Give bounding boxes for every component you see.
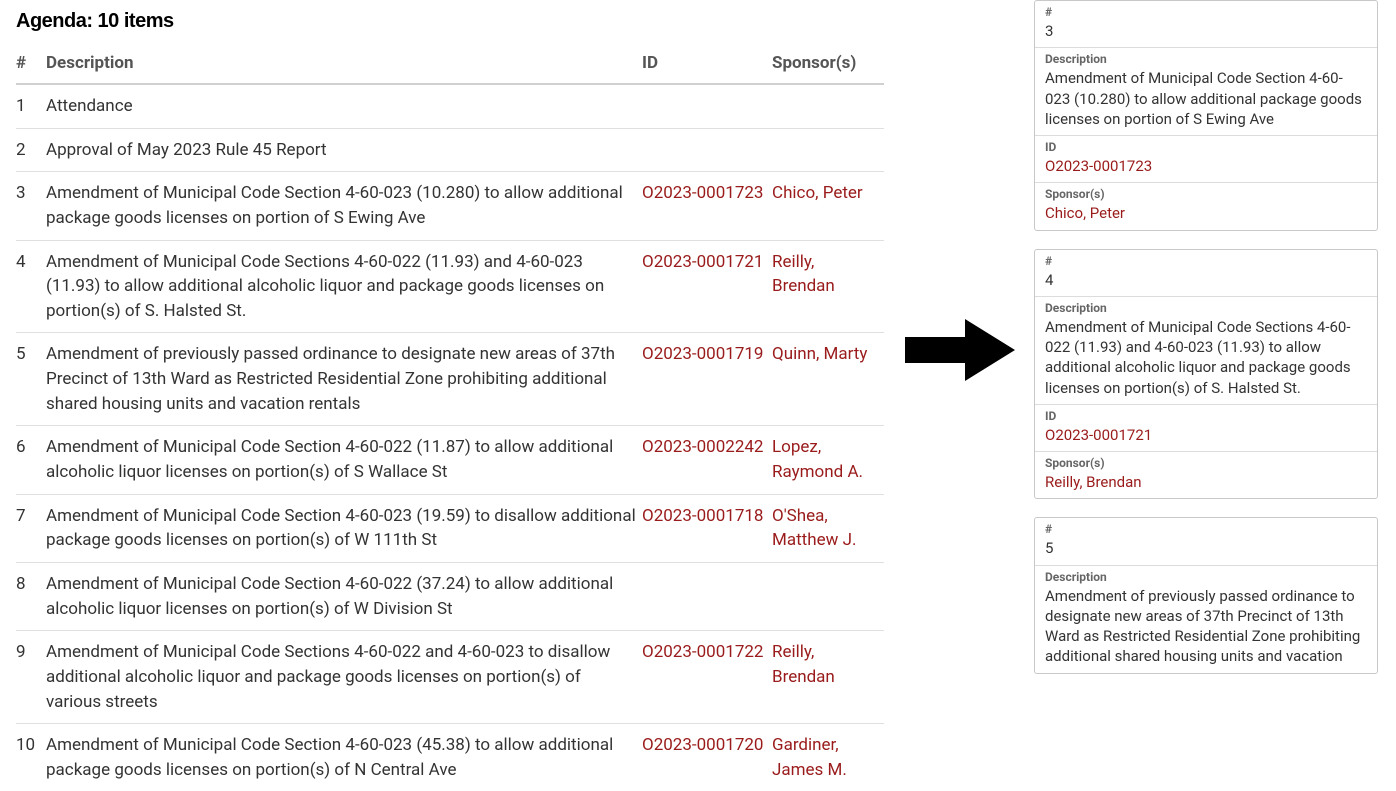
header-sponsor: Sponsor(s) [772, 43, 884, 84]
row-id[interactable]: O2023-0002242 [642, 426, 772, 494]
row-sponsor[interactable]: Reilly, Brendan [772, 631, 884, 724]
card-label-num: # [1045, 254, 1367, 268]
table-row: 5Amendment of previously passed ordinanc… [16, 333, 884, 426]
card-label-description: Description [1045, 52, 1367, 66]
row-num: 3 [16, 172, 46, 240]
table-row: 8Amendment of Municipal Code Section 4-6… [16, 562, 884, 630]
row-id[interactable]: O2023-0001722 [642, 631, 772, 724]
card-value-description: Amendment of Municipal Code Section 4-60… [1045, 68, 1367, 129]
row-description: Attendance [46, 84, 642, 128]
row-sponsor[interactable]: O'Shea, Matthew J. [772, 494, 884, 562]
row-id[interactable]: O2023-0001720 [642, 724, 772, 791]
card-value-sponsor[interactable]: Chico, Peter [1045, 203, 1367, 223]
card-value-description: Amendment of previously passed ordinance… [1045, 586, 1367, 667]
row-sponsor[interactable]: Quinn, Marty [772, 333, 884, 426]
card-label-id: ID [1045, 409, 1367, 423]
row-description: Amendment of Municipal Code Section 4-60… [46, 172, 642, 240]
arrow-icon [905, 310, 1015, 390]
row-description: Approval of May 2023 Rule 45 Report [46, 128, 642, 172]
card-label-sponsor: Sponsor(s) [1045, 187, 1367, 201]
header-id: ID [642, 43, 772, 84]
detail-card: #5 Description Amendment of previously pas… [1034, 517, 1378, 673]
row-num: 9 [16, 631, 46, 724]
row-description: Amendment of Municipal Code Section 4-60… [46, 562, 642, 630]
row-id[interactable]: O2023-0001718 [642, 494, 772, 562]
detail-cards-panel: #3 Description Amendment of Municipal Code… [1034, 0, 1382, 692]
row-num: 8 [16, 562, 46, 630]
row-description: Amendment of Municipal Code Sections 4-6… [46, 631, 642, 724]
table-row: 3Amendment of Municipal Code Section 4-6… [16, 172, 884, 240]
table-row: 6Amendment of Municipal Code Section 4-6… [16, 426, 884, 494]
row-description: Amendment of Municipal Code Section 4-60… [46, 494, 642, 562]
agenda-title: Agenda: 10 items [16, 10, 884, 33]
row-sponsor[interactable]: Chico, Peter [772, 172, 884, 240]
card-label-num: # [1045, 522, 1367, 536]
table-row: 7Amendment of Municipal Code Section 4-6… [16, 494, 884, 562]
card-label-sponsor: Sponsor(s) [1045, 456, 1367, 470]
row-id [642, 562, 772, 630]
card-value-num: 4 [1045, 270, 1367, 290]
row-id [642, 84, 772, 128]
row-description: Amendment of Municipal Code Sections 4-6… [46, 240, 642, 333]
row-sponsor [772, 562, 884, 630]
row-id[interactable]: O2023-0001719 [642, 333, 772, 426]
row-sponsor [772, 84, 884, 128]
card-value-num: 5 [1045, 538, 1367, 558]
row-num: 4 [16, 240, 46, 333]
row-num: 6 [16, 426, 46, 494]
header-num: # [16, 43, 46, 84]
row-num: 1 [16, 84, 46, 128]
row-description: Amendment of Municipal Code Section 4-60… [46, 724, 642, 791]
row-sponsor[interactable]: Gardiner, James M. [772, 724, 884, 791]
card-value-num: 3 [1045, 21, 1367, 41]
row-id[interactable]: O2023-0001721 [642, 240, 772, 333]
row-num: 2 [16, 128, 46, 172]
detail-card: #3 Description Amendment of Municipal Code… [1034, 0, 1378, 231]
card-label-description: Description [1045, 570, 1367, 584]
table-row: 2Approval of May 2023 Rule 45 Report [16, 128, 884, 172]
row-num: 10 [16, 724, 46, 791]
row-sponsor[interactable]: Lopez, Raymond A. [772, 426, 884, 494]
row-sponsor [772, 128, 884, 172]
table-row: 10Amendment of Municipal Code Section 4-… [16, 724, 884, 791]
table-row: 9Amendment of Municipal Code Sections 4-… [16, 631, 884, 724]
card-value-id[interactable]: O2023-0001721 [1045, 425, 1367, 445]
header-description: Description [46, 43, 642, 84]
row-num: 5 [16, 333, 46, 426]
table-row: 4Amendment of Municipal Code Sections 4-… [16, 240, 884, 333]
row-sponsor[interactable]: Reilly, Brendan [772, 240, 884, 333]
card-value-id[interactable]: O2023-0001723 [1045, 156, 1367, 176]
card-value-description: Amendment of Municipal Code Sections 4-6… [1045, 317, 1367, 398]
row-description: Amendment of Municipal Code Section 4-60… [46, 426, 642, 494]
row-num: 7 [16, 494, 46, 562]
card-label-num: # [1045, 5, 1367, 19]
table-row: 1Attendance [16, 84, 884, 128]
detail-card: #4 Description Amendment of Municipal Code… [1034, 249, 1378, 500]
agenda-table: # Description ID Sponsor(s) 1Attendance2… [16, 43, 884, 791]
card-label-id: ID [1045, 140, 1367, 154]
card-label-description: Description [1045, 301, 1367, 315]
row-id[interactable]: O2023-0001723 [642, 172, 772, 240]
row-description: Amendment of previously passed ordinance… [46, 333, 642, 426]
row-id [642, 128, 772, 172]
agenda-panel: Agenda: 10 items # Description ID Sponso… [0, 0, 900, 675]
card-value-sponsor[interactable]: Reilly, Brendan [1045, 472, 1367, 492]
table-header-row: # Description ID Sponsor(s) [16, 43, 884, 84]
